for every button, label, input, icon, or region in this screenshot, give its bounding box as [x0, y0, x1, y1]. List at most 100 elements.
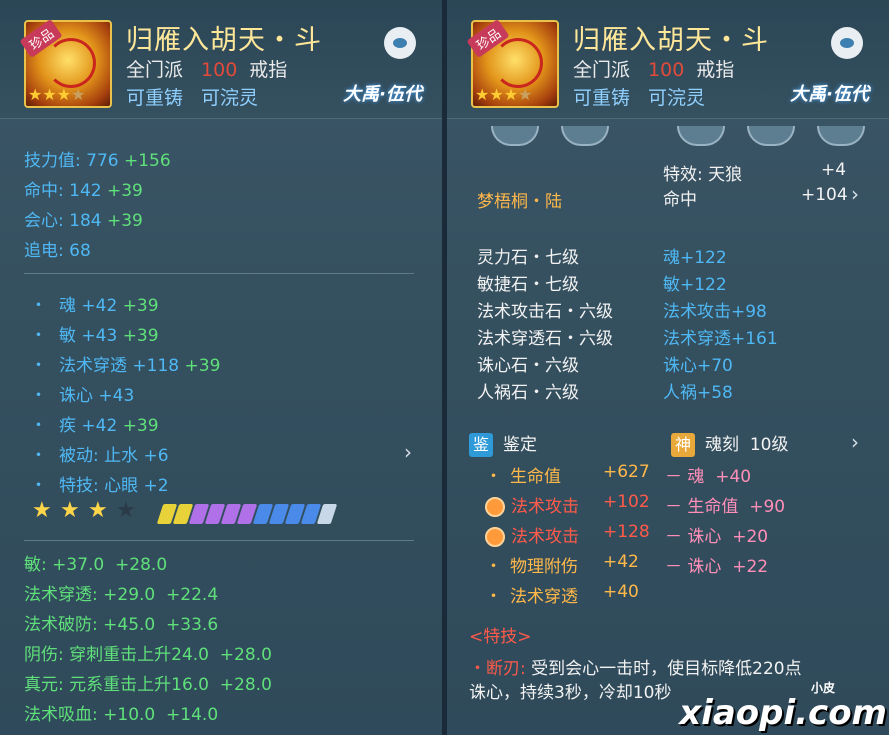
chevron-right-icon[interactable]: › [851, 430, 859, 454]
star-icon: ★ [60, 498, 80, 523]
appraise-label: 生命值 [510, 467, 561, 487]
attr-row: ・敏 +43 +39 [30, 326, 159, 346]
refine-row: 阴伤: 穿刺重击上升24.0 +28.0 [24, 640, 272, 665]
star-icon: ★ [32, 498, 52, 523]
appraise-label: 法术攻击 [511, 527, 579, 547]
stone-name: 敏捷石・七级 [477, 275, 579, 295]
soul-value: +90 [749, 497, 786, 517]
appraise-title: 鉴定 [503, 435, 537, 455]
appraise-row: ・物理附伤 [485, 557, 578, 577]
soul-label: 诛心 [687, 527, 722, 547]
attr-label: 特技: 心眼 +2 [59, 476, 169, 496]
appraise-label: 法术穿透 [510, 587, 578, 607]
appraise-label: 物理附伤 [510, 557, 578, 577]
soul-level: 10级 [749, 435, 789, 455]
soul-row: － 魂 +40 [665, 467, 752, 487]
chevron-right-icon[interactable]: › [851, 182, 859, 206]
refine-label: 法术穿透: +29.0 [24, 585, 156, 605]
stone-row: 诛心石・六级 [477, 351, 579, 376]
server-logo: 大禹·伍代 [790, 84, 869, 105]
soul-label: 魂 [687, 467, 705, 487]
item-school: 全门派 [573, 59, 631, 81]
stat-bonus: +39 [107, 211, 143, 231]
stone-effect: 诛心+70 [663, 356, 733, 376]
eye-icon[interactable] [384, 27, 416, 59]
stat-bonus: +156 [124, 151, 171, 171]
stone-name: 人祸石・六级 [477, 383, 579, 403]
appraise-row: ・法术穿透 [485, 587, 578, 607]
rune-slot-icon [747, 126, 795, 146]
stone-effect-cell: 法术攻击+98 [663, 297, 767, 322]
phoenix-emblem-icon [493, 38, 543, 88]
server-logo: 大禹·伍代 [343, 84, 422, 105]
hit-value: +104 [801, 185, 848, 205]
item-level: 100 [201, 59, 238, 81]
item-stars: ★★★★ [475, 85, 533, 104]
attr-label: 魂 +42 [59, 296, 118, 316]
star-icon: ★ [88, 498, 108, 523]
orb-icon [485, 497, 505, 517]
item-header: 珍品 ★★★★ 归雁入胡天・斗 全门派 100 戒指 可重铸 可浣灵 大禹·伍代 [447, 0, 889, 119]
attr-row: ・诛心 +43 [30, 386, 135, 406]
soul-value: +40 [715, 467, 752, 487]
refine-bonus: +33.6 [166, 615, 219, 635]
section-divider [24, 540, 414, 541]
set-name: 梦梧桐・陆 [477, 192, 562, 212]
item-slot: 戒指 [249, 59, 288, 81]
stone-effect-cell: 诛心+70 [663, 351, 733, 376]
watermark-logo: 小皮 xiaopi.com [679, 681, 887, 733]
soul-label: 生命值 [687, 497, 739, 517]
item-icon: 珍品 ★★★★ [466, 18, 559, 108]
wash-flag: 可浣灵 [201, 87, 259, 109]
rune-slot-icon [561, 126, 609, 146]
attr-bonus: +39 [122, 296, 159, 316]
refine-label: 法术吸血: +10.0 [24, 705, 156, 725]
item-slot: 戒指 [696, 59, 735, 81]
stone-effect-cell: 魂+122 [663, 243, 727, 268]
soul-title: 魂刻 [705, 435, 739, 455]
appraise-value-cell: +102 [603, 492, 650, 512]
base-stat-row: 技力值: 776 +156 [24, 146, 171, 171]
gem-row [156, 504, 338, 528]
refine-label: 阴伤: 穿刺重击上升24.0 [24, 645, 209, 665]
stone-name: 法术攻击石・六级 [477, 302, 613, 322]
appraise-header: 鉴鉴定 [469, 430, 537, 457]
appraise-value: +102 [603, 492, 650, 512]
attr-row: ・魂 +42 +39 [30, 296, 159, 316]
stone-row: 法术攻击石・六级 [477, 297, 613, 322]
attr-row: ・法术穿透 +118 +39 [30, 356, 221, 376]
chevron-right-icon[interactable]: › [404, 440, 412, 464]
appraise-value-cell: +40 [603, 582, 639, 602]
rune-slot-icon [677, 126, 725, 146]
refine-row: 法术破防: +45.0 +33.6 [24, 610, 218, 635]
refine-bonus: +28.0 [219, 675, 272, 695]
appraise-row: ・生命值 [485, 467, 561, 487]
rune-slot-icon [491, 126, 539, 146]
stone-effect: 法术攻击+98 [663, 302, 767, 322]
stone-row: 法术穿透石・六级 [477, 324, 613, 349]
eye-icon[interactable] [831, 27, 863, 59]
stat-bonus: +39 [107, 181, 143, 201]
refine-bonus: +14.0 [166, 705, 219, 725]
base-stat-row: 会心: 184 +39 [24, 206, 143, 231]
stone-effect-cell: 人祸+58 [663, 378, 733, 403]
stat-label: 会心: 184 [24, 211, 102, 231]
wash-flag: 可浣灵 [648, 87, 706, 109]
stone-row: 灵力石・七级 [477, 243, 579, 268]
item-flags: 可重铸 可浣灵 [126, 83, 258, 110]
item-tooltip-right: 珍品 ★★★★ 归雁入胡天・斗 全门派 100 戒指 可重铸 可浣灵 大禹·伍代 特效… [447, 0, 889, 735]
appraise-value: +627 [603, 462, 650, 482]
appraise-row: 法术攻击 [485, 492, 579, 517]
skill-desc-2: 诛心，持续3秒，冷却10秒 [469, 683, 672, 703]
refine-label: 法术破防: +45.0 [24, 615, 156, 635]
base-stat-row: 追电: 68 [24, 236, 91, 261]
soul-value: +20 [732, 527, 769, 547]
attr-label: 疾 +42 [59, 416, 118, 436]
recast-flag: 可重铸 [573, 87, 631, 109]
attr-bonus: +39 [184, 356, 221, 376]
refine-row: 敏: +37.0 +28.0 [24, 550, 167, 575]
stone-effect: 魂+122 [663, 248, 727, 268]
item-header: 珍品 ★★★★ 归雁入胡天・斗 全门派 100 戒指 可重铸 可浣灵 大禹·伍代 [0, 0, 442, 119]
base-stat-row: 命中: 142 +39 [24, 176, 143, 201]
stone-effect: 法术穿透+161 [663, 329, 778, 349]
